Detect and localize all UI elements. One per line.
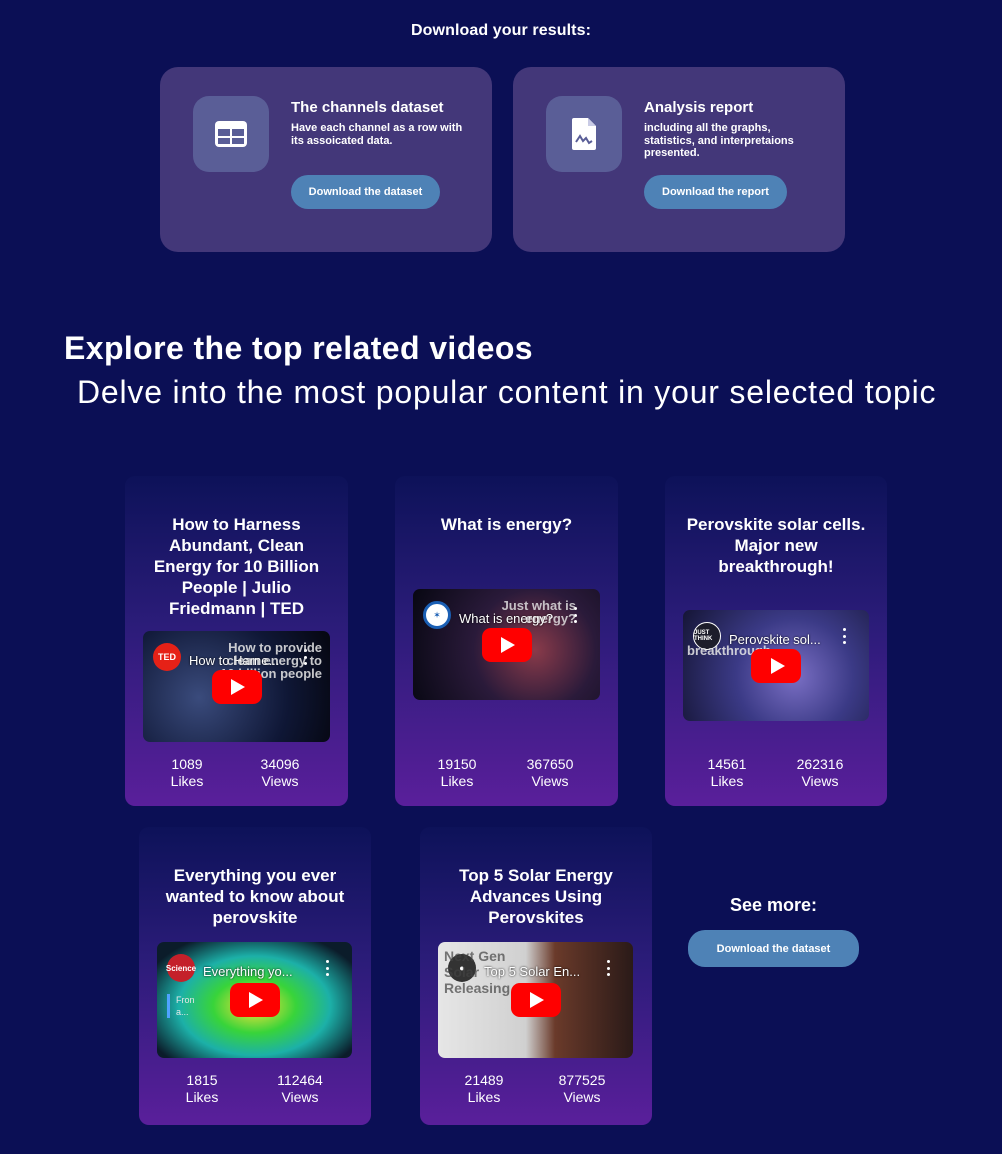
video-card: How to Harness Abundant, Clean Energy fo… [125,476,348,806]
channel-avatar: TED [153,643,181,671]
play-button-icon[interactable] [229,983,280,1017]
views-label: Views [261,773,299,789]
section-title: Explore the top related videos [64,330,533,366]
thumbnail-overlay-text: Fron a... [167,994,195,1018]
likes-label: Likes [710,773,744,789]
analysis-report-title: Analysis report [644,99,754,116]
more-options-icon[interactable] [326,960,330,976]
table-icon [193,96,269,172]
video-embed[interactable]: JUST THINK Perovskite sol... breakthroug… [683,610,869,721]
document-chart-icon [546,96,622,172]
views-stat: 262316 Views [785,756,855,790]
channels-dataset-card: The channels dataset Have each channel a… [160,67,492,252]
video-embed[interactable]: ✶ What is energy? Just what is energy? [413,589,600,700]
views-label: Views [281,1089,319,1105]
views-stat: 367650 Views [515,756,585,790]
likes-count: 14561 [707,756,747,772]
views-count: 112464 [277,1072,323,1088]
video-title: Top 5 Solar Energy Advances Using Perovs… [459,866,613,927]
download-report-button[interactable]: Download the report [644,175,787,209]
likes-label: Likes [440,773,474,789]
views-stat: 112464 Views [265,1072,335,1106]
channels-dataset-description: Have each channel as a row with its asso… [291,122,463,147]
play-button-icon[interactable] [510,983,561,1017]
views-stat: 877525 Views [547,1072,617,1106]
embed-title: Everything yo... [203,964,293,979]
more-options-icon[interactable] [607,960,611,976]
video-card: Top 5 Solar Energy Advances Using Perovs… [420,827,652,1125]
likes-stat: 1089 Likes [152,756,222,790]
likes-label: Likes [170,773,204,789]
video-title: What is energy? [440,515,573,534]
channel-avatar: Science [166,954,196,982]
see-more-download-dataset-button[interactable]: Download the dataset [688,930,859,967]
video-title: How to Harness Abundant, Clean Energy fo… [153,515,320,618]
analysis-report-card: Analysis report including all the graphs… [513,67,845,252]
views-stat: 34096 Views [245,756,315,790]
play-button-icon[interactable] [751,648,801,683]
section-subtitle: Delve into the most popular content in y… [77,374,937,410]
play-button-icon[interactable] [481,627,532,662]
video-card: Perovskite solar cells. Major new breakt… [665,476,887,806]
see-more-label: See more: [729,895,818,915]
likes-stat: 1815 Likes [167,1072,237,1106]
likes-count: 1815 [186,1072,218,1088]
play-button-icon[interactable] [211,669,262,704]
video-embed[interactable]: TED How to Harne... How to provide clean… [143,631,330,742]
video-title: Everything you ever wanted to know about… [165,866,345,927]
views-label: Views [563,1089,601,1105]
views-count: 877525 [558,1072,606,1088]
likes-count: 1089 [171,756,203,772]
likes-stat: 21489 Likes [449,1072,519,1106]
likes-count: 19150 [437,756,477,772]
views-count: 367650 [526,756,574,772]
video-title: Perovskite solar cells. Major new breakt… [686,515,866,576]
views-label: Views [801,773,839,789]
views-label: Views [531,773,569,789]
channels-dataset-title: The channels dataset [291,99,444,116]
likes-label: Likes [185,1089,219,1105]
video-card: Everything you ever wanted to know about… [139,827,371,1125]
download-heading: Download your results: [411,22,591,39]
likes-stat: 19150 Likes [422,756,492,790]
thumbnail-overlay-text: Just what is energy? [501,598,576,626]
views-count: 262316 [796,756,844,772]
video-card: What is energy? ✶ What is energy? Just w… [395,476,618,806]
likes-label: Likes [467,1089,501,1105]
views-count: 34096 [260,756,300,772]
download-dataset-button[interactable]: Download the dataset [291,175,440,209]
more-options-icon[interactable] [843,628,847,644]
likes-stat: 14561 Likes [692,756,762,790]
channel-avatar-icon: ✶ [423,601,451,629]
analysis-report-description: including all the graphs, statistics, an… [644,122,794,159]
video-embed[interactable]: Science Everything yo... Fron a... [157,942,352,1058]
likes-count: 21489 [464,1072,504,1088]
video-embed[interactable]: ● Top 5 Solar En... Next Gen Solar Relea… [438,942,633,1058]
